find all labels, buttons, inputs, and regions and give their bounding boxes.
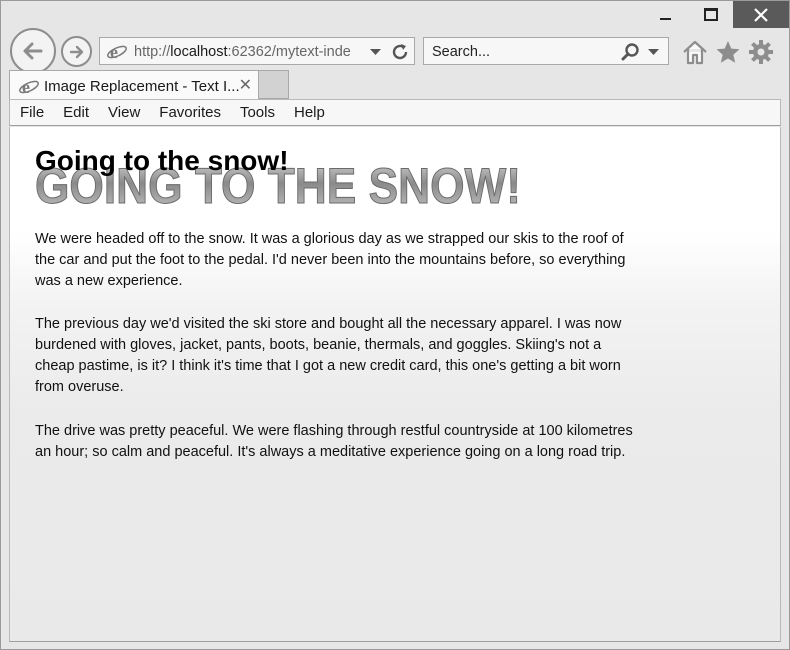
paragraph-3: The drive was pretty peaceful. We were f…: [35, 423, 633, 460]
refresh-icon[interactable]: [390, 42, 410, 62]
ie-logo-icon: e: [19, 77, 39, 97]
search-box[interactable]: Search...: [423, 37, 669, 65]
menu-tools[interactable]: Tools: [240, 104, 275, 121]
back-arrow-icon: [23, 42, 43, 60]
magnifier-icon[interactable]: [620, 42, 640, 62]
star-icon[interactable]: [714, 39, 742, 65]
forward-button[interactable]: [61, 36, 92, 67]
menu-help[interactable]: Help: [294, 104, 325, 121]
url-host: localhost: [170, 44, 228, 60]
tab-active[interactable]: e Image Replacement - Text I... ✕: [9, 70, 259, 100]
minimize-icon: [660, 17, 671, 20]
url-prefix: http://: [134, 44, 171, 60]
menu-bar: File Edit View Favorites Tools Help: [9, 99, 781, 126]
window-caption-buttons: [643, 1, 789, 29]
close-tab-icon[interactable]: ✕: [239, 75, 252, 95]
menu-favorites[interactable]: Favorites: [159, 104, 221, 121]
paragraph-1: We were headed off to the snow. It was a…: [35, 231, 626, 289]
menu-file[interactable]: File: [20, 104, 44, 121]
browser-window: e http://localhost:62362/mytext-inde Sea…: [0, 0, 790, 650]
close-window-button[interactable]: [733, 1, 789, 28]
search-placeholder: Search...: [432, 44, 491, 60]
gear-icon[interactable]: [747, 39, 775, 65]
svg-text:e: e: [110, 42, 118, 62]
tab-title: Image Replacement - Text I...: [44, 78, 240, 95]
menu-edit[interactable]: Edit: [63, 104, 89, 121]
paragraph-2: The previous day we'd visited the ski st…: [35, 316, 622, 395]
page-heading: Going to the snow!: [35, 145, 289, 176]
address-dropdown-icon[interactable]: [370, 49, 381, 56]
url-rest: :62362/mytext-inde: [227, 44, 351, 60]
svg-text:e: e: [22, 77, 30, 97]
search-dropdown-icon[interactable]: [648, 49, 659, 56]
ie-logo-icon: e: [107, 42, 127, 62]
back-button[interactable]: [10, 28, 56, 74]
home-icon[interactable]: [681, 39, 709, 65]
menu-view[interactable]: View: [108, 104, 140, 121]
forward-arrow-icon: [69, 45, 83, 58]
address-url[interactable]: http://localhost:62362/mytext-inde: [134, 44, 356, 60]
new-tab-button[interactable]: [259, 70, 289, 99]
maximize-button[interactable]: [688, 1, 733, 28]
minimize-button[interactable]: [643, 1, 688, 28]
page-content: GOING TO THE SNOW! Going to the snow! We…: [9, 127, 781, 642]
address-bar[interactable]: e http://localhost:62362/mytext-inde: [99, 37, 415, 65]
maximize-icon: [703, 8, 718, 21]
close-icon: [754, 7, 768, 22]
